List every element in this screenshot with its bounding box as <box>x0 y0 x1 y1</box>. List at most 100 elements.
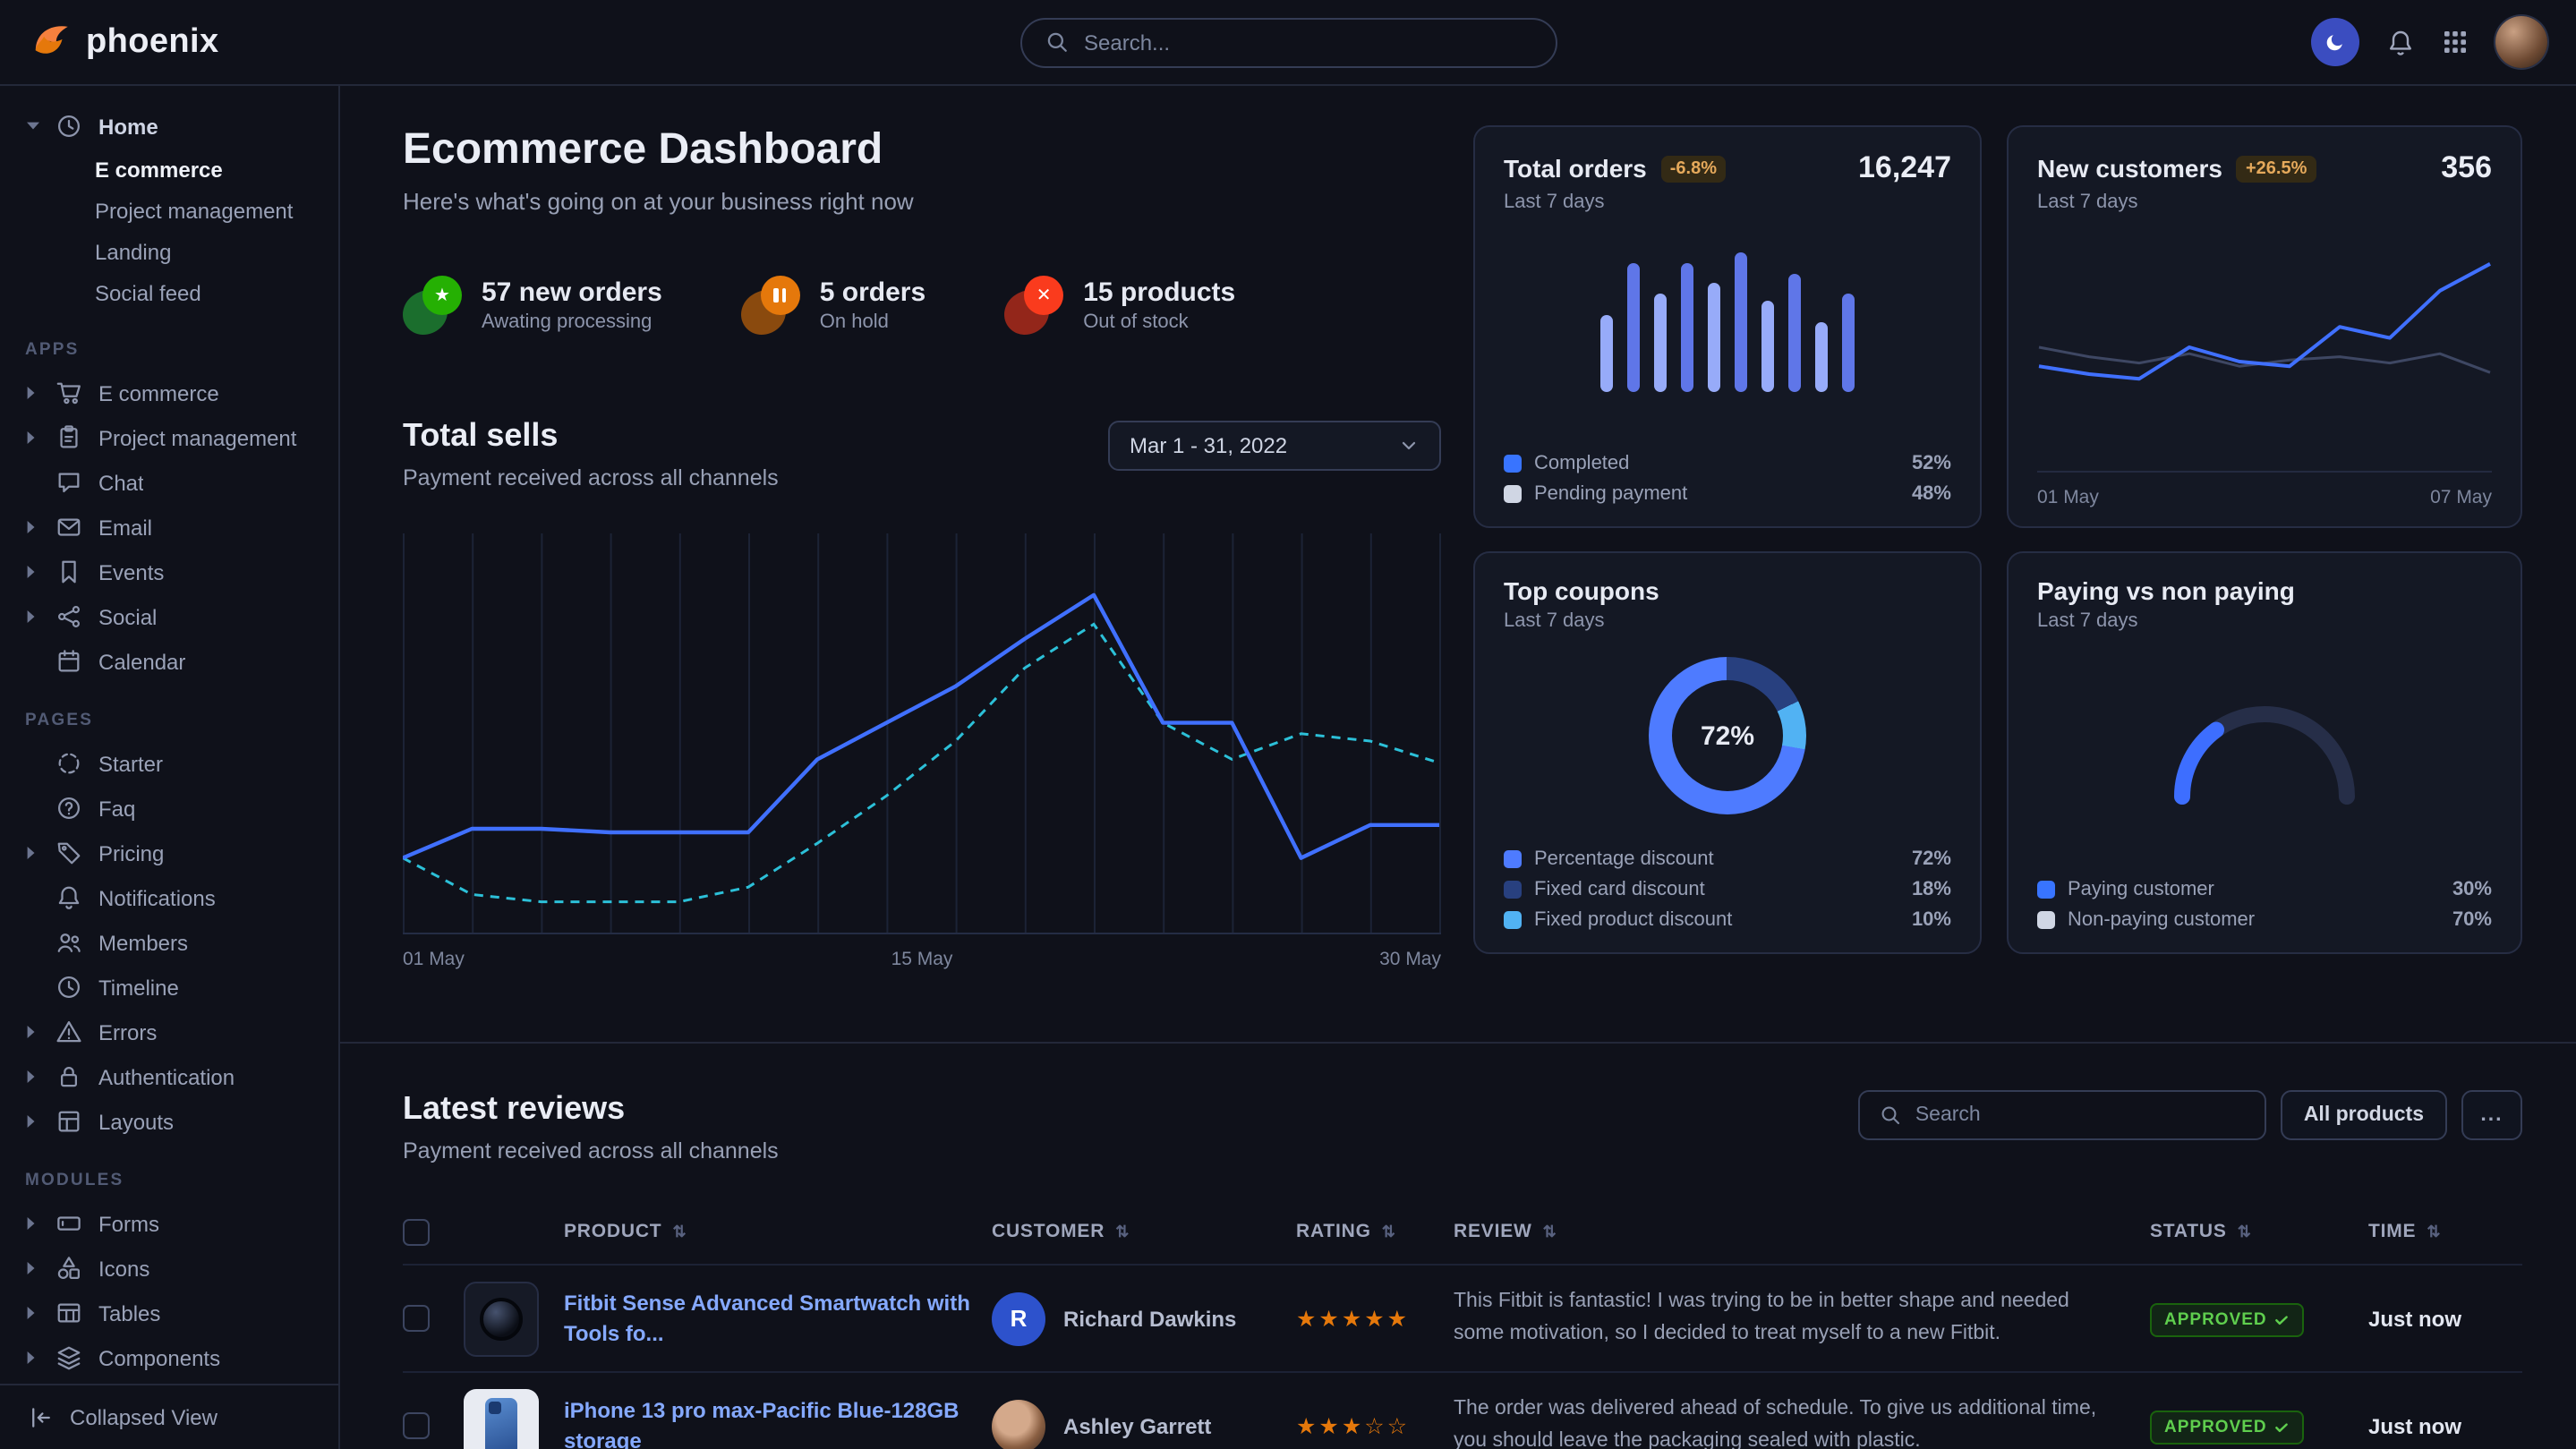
brand-logo[interactable]: phoenix <box>29 20 219 64</box>
sidebar-item-errors[interactable]: Errors <box>0 1010 338 1054</box>
legend-item-fixed-card-discount: Fixed card discount 18% <box>1504 879 1951 900</box>
review-text: The order was delivered ahead of schedul… <box>1454 1395 2150 1449</box>
sidebar-item-members[interactable]: Members <box>0 920 338 965</box>
rating-stars: ★★★☆☆ <box>1296 1412 1454 1439</box>
sidebar-item-authentication[interactable]: Authentication <box>0 1054 338 1099</box>
legend-item-paying-customer: Paying customer 30% <box>2037 879 2492 900</box>
review-time: Just now <box>2368 1306 2522 1331</box>
sidebar-item-forms[interactable]: Forms <box>0 1201 338 1246</box>
collapse-arrow-icon <box>29 1404 54 1429</box>
order-bar <box>1708 283 1720 392</box>
sidebar-item-home[interactable]: Home <box>0 104 338 149</box>
bell-icon <box>2386 28 2415 56</box>
product-link[interactable]: Fitbit Sense Advanced Smartwatch with To… <box>564 1288 992 1348</box>
apps-grid-icon <box>2442 29 2469 55</box>
date-range-select[interactable]: Mar 1 - 31, 2022 <box>1108 421 1441 471</box>
sidebar-item-notifications[interactable]: Notifications <box>0 875 338 920</box>
x-label: 01 May <box>403 949 465 970</box>
theme-toggle-button[interactable] <box>2311 18 2359 66</box>
card-title: Top coupons <box>1504 576 1659 605</box>
user-avatar[interactable] <box>2495 16 2547 68</box>
sidebar-subitem-landing[interactable]: Landing <box>0 231 338 272</box>
card-title: Paying vs non paying <box>2037 576 2295 605</box>
caret-right-icon <box>25 430 41 446</box>
chevron-down-icon <box>1398 435 1420 456</box>
row-checkbox[interactable] <box>403 1412 430 1439</box>
column-header-product[interactable]: PRODUCT⇅ <box>464 1221 992 1242</box>
apps-menu-button[interactable] <box>2442 29 2469 55</box>
caret-right-icon <box>25 1024 41 1040</box>
donut-center-value: 72% <box>1672 680 1783 791</box>
review-text: This Fitbit is fantastic! I was trying t… <box>1454 1288 2150 1350</box>
column-header-time[interactable]: TIME⇅ <box>2368 1221 2522 1242</box>
status-badge: APPROVED <box>2150 1410 2305 1444</box>
notifications-button[interactable] <box>2386 28 2415 56</box>
reviews-search-input[interactable] <box>1915 1104 2245 1126</box>
paying-legend: Paying customer 30% Non-paying customer … <box>2037 879 2492 931</box>
reviews-search[interactable] <box>1858 1090 2266 1140</box>
sidebar-item-calendar[interactable]: Calendar <box>0 639 338 684</box>
sidebar-subitem-social-feed[interactable]: Social feed <box>0 272 338 313</box>
legend-item-percentage-discount: Percentage discount 72% <box>1504 848 1951 870</box>
legend-swatch <box>1504 850 1522 868</box>
caret-down-icon <box>25 120 41 132</box>
column-header-status[interactable]: STATUS⇅ <box>2150 1221 2368 1242</box>
sidebar-subitem-e-commerce[interactable]: E commerce <box>0 149 338 190</box>
sidebar-item-project-management[interactable]: Project management <box>0 415 338 460</box>
sidebar-item-icons[interactable]: Icons <box>0 1246 338 1291</box>
rating-stars: ★★★★★ <box>1296 1305 1454 1332</box>
product-link[interactable]: iPhone 13 pro max-Pacific Blue-128GB sto… <box>564 1395 992 1449</box>
caret-right-icon <box>25 519 41 535</box>
select-all-checkbox[interactable] <box>403 1218 430 1245</box>
sidebar-item-pricing[interactable]: Pricing <box>0 831 338 875</box>
more-options-button[interactable]: ... <box>2461 1090 2522 1140</box>
caret-right-icon <box>25 1350 41 1366</box>
main-content: Ecommerce Dashboard Here's what's going … <box>340 86 2576 1449</box>
global-search[interactable] <box>1019 17 1557 67</box>
all-products-filter-button[interactable]: All products <box>2281 1090 2447 1140</box>
column-header-rating[interactable]: RATING⇅ <box>1296 1221 1454 1242</box>
stat-on-hold: 5 orders On hold <box>741 276 925 335</box>
legend-item-fixed-product-discount: Fixed product discount 10% <box>1504 909 1951 931</box>
card-title: Total orders <box>1504 154 1647 183</box>
sidebar-item-events[interactable]: Events <box>0 550 338 594</box>
review-time: Just now <box>2368 1413 2522 1438</box>
order-bar <box>1600 315 1613 392</box>
column-header-review[interactable]: REVIEW⇅ <box>1454 1221 2150 1242</box>
status-badge: APPROVED <box>2150 1302 2305 1336</box>
search-input[interactable] <box>1084 30 1531 55</box>
sidebar-item-email[interactable]: Email <box>0 505 338 550</box>
card-period: Last 7 days <box>2037 610 2492 632</box>
app-root: phoenix <box>0 0 2576 1449</box>
customer-name: Richard Dawkins <box>1063 1306 1236 1331</box>
card-period: Last 7 days <box>1504 610 1951 632</box>
row-checkbox[interactable] <box>403 1305 430 1332</box>
sidebar-subitem-project-management[interactable]: Project management <box>0 190 338 231</box>
sidebar-item-faq[interactable]: Faq <box>0 786 338 831</box>
question-icon <box>55 795 84 822</box>
caret-right-icon <box>25 845 41 861</box>
sort-icon: ⇅ <box>1543 1223 1557 1240</box>
sidebar-item-chat[interactable]: Chat <box>0 460 338 505</box>
total-sells-chart <box>403 533 1441 934</box>
sidebar-item-e-commerce[interactable]: E commerce <box>0 371 338 415</box>
card-period: Last 7 days <box>1504 192 1951 213</box>
pause-icon <box>741 276 800 335</box>
sidebar-item-social[interactable]: Social <box>0 594 338 639</box>
stat-out-of-stock: ✕ 15 products Out of stock <box>1004 276 1235 335</box>
collapsed-view-toggle[interactable]: Collapsed View <box>0 1383 338 1449</box>
shapes-icon <box>55 1255 84 1282</box>
sidebar-item-layouts[interactable]: Layouts <box>0 1099 338 1144</box>
sort-icon: ⇅ <box>672 1223 687 1240</box>
column-header-customer[interactable]: CUSTOMER⇅ <box>992 1221 1296 1242</box>
sidebar-item-tables[interactable]: Tables <box>0 1291 338 1335</box>
tag-icon <box>55 840 84 866</box>
reviews-subtitle: Payment received across all channels <box>403 1138 779 1163</box>
x-label: 15 May <box>891 949 953 970</box>
sidebar-item-components[interactable]: Components <box>0 1335 338 1380</box>
sidebar-item-starter[interactable]: Starter <box>0 741 338 786</box>
sidebar-item-timeline[interactable]: Timeline <box>0 965 338 1010</box>
layout-icon <box>55 1108 84 1135</box>
table-body: Fitbit Sense Advanced Smartwatch with To… <box>403 1264 2522 1449</box>
sidebar-section-modules: MODULES <box>0 1144 338 1201</box>
